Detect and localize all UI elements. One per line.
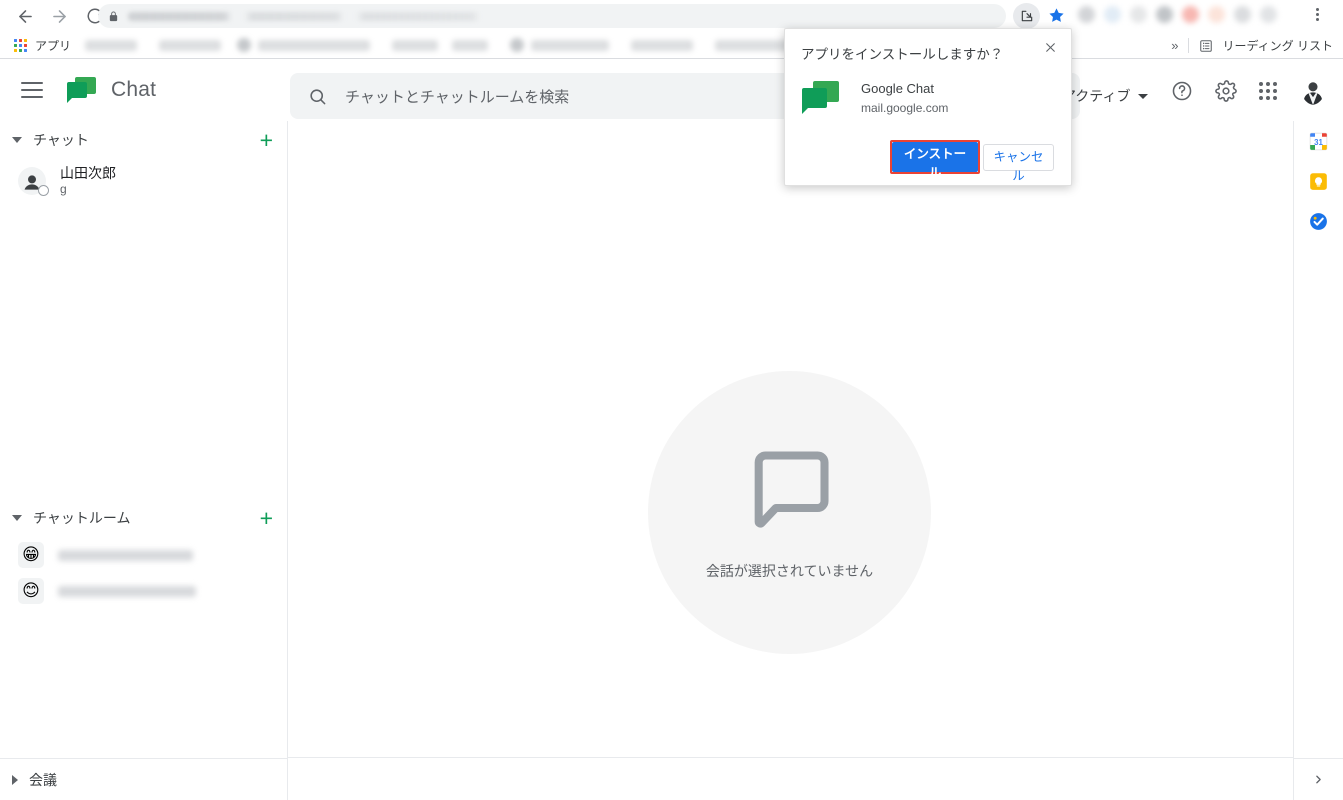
extension-icons[interactable] — [1078, 6, 1277, 23]
apps-grid-icon[interactable] — [1259, 82, 1277, 100]
contact-name: 山田次郎 — [60, 165, 116, 182]
add-room-button[interactable]: + — [260, 506, 273, 530]
bookmarks-bar: アプリ » リーディング リスト — [0, 32, 1343, 59]
expand-panel-button[interactable] — [1293, 758, 1343, 800]
empty-state: 会話が選択されていません — [648, 371, 931, 654]
sidebar-section-chat-label: チャット — [33, 132, 89, 148]
extension-icon[interactable] — [1104, 6, 1121, 23]
room-name — [58, 585, 196, 597]
hamburger-menu-icon[interactable] — [21, 82, 43, 98]
status-label: アクティブ — [1062, 88, 1131, 104]
cancel-button[interactable]: キャンセル — [983, 144, 1054, 183]
avatar[interactable] — [1299, 77, 1327, 105]
google-tasks-icon[interactable] — [1308, 210, 1330, 232]
chevron-down-icon[interactable] — [12, 137, 22, 143]
bookmark-item[interactable] — [531, 39, 610, 51]
sidebar-section-meetings[interactable]: 会議 — [0, 758, 287, 800]
lock-icon — [108, 10, 119, 22]
page-title: Chat — [111, 78, 157, 101]
forward-arrow-icon[interactable] — [44, 1, 74, 31]
extension-icon[interactable] — [1234, 6, 1251, 23]
list-item[interactable]: 山田次郎 g — [0, 159, 287, 203]
add-chat-button[interactable]: + — [260, 128, 273, 152]
reading-list-icon[interactable] — [1199, 39, 1213, 53]
bookmark-item[interactable] — [159, 39, 222, 51]
sidebar-section-meetings-label: 会議 — [29, 771, 57, 788]
install-button[interactable]: インストール — [892, 142, 978, 180]
google-keep-icon[interactable] — [1308, 170, 1330, 192]
bookmark-star-icon[interactable] — [1048, 7, 1065, 24]
room-emoji-icon: 😊 — [18, 578, 44, 604]
chevron-down-icon — [1138, 93, 1149, 99]
status-indicator — [38, 185, 49, 196]
main-content: 会話が選択されていません — [289, 121, 1293, 800]
google-chat-logo — [67, 77, 97, 103]
room-emoji-icon: 😁 — [18, 542, 44, 568]
app-header: Chat チャットとチャットルームを検索 アクティブ — [0, 59, 1343, 121]
list-item[interactable]: 😁 — [0, 537, 287, 573]
bookmark-favicon — [510, 38, 525, 52]
bookmarks-bar-right: » リーディング リスト — [1171, 32, 1333, 59]
extension-icon[interactable] — [1208, 6, 1225, 23]
svg-text:31: 31 — [1314, 138, 1323, 147]
google-chat-app: Chat チャットとチャットルームを検索 アクティブ チャット + 山田次郎 g… — [0, 59, 1343, 800]
extension-icon[interactable] — [1182, 6, 1199, 23]
bookmarks-overflow-icon[interactable]: » — [1171, 38, 1178, 53]
list-item-texts: 山田次郎 g — [60, 165, 116, 197]
install-app-icon[interactable] — [1013, 3, 1040, 29]
apps-grid-icon[interactable] — [14, 38, 27, 52]
empty-state-text: 会話が選択されていません — [705, 563, 874, 579]
divider — [288, 757, 1293, 758]
back-arrow-icon[interactable] — [10, 1, 40, 31]
chevron-right-icon — [1315, 775, 1321, 784]
google-calendar-icon[interactable]: 31 — [1308, 130, 1330, 152]
contact-subtitle: g — [60, 182, 67, 197]
sidebar-section-rooms-label: チャットルーム — [33, 510, 131, 526]
header-icons — [1171, 77, 1327, 105]
extension-icon[interactable] — [1130, 6, 1147, 23]
dialog-title: アプリをインストールしますか？ — [801, 47, 1004, 62]
person-avatar — [18, 167, 49, 196]
divider — [1187, 38, 1189, 53]
browser-chrome: アプリ » リーディング リスト — [0, 0, 1343, 59]
search-icon — [308, 87, 327, 106]
chat-bubble-outline-icon — [744, 444, 836, 541]
dialog-app-url: mail.google.com — [861, 101, 949, 115]
extension-icon[interactable] — [1260, 6, 1277, 23]
sidebar: チャット + 山田次郎 g チャットルーム + 😁 😊 会議 — [0, 121, 288, 800]
room-name — [58, 549, 193, 561]
sidebar-rooms-block: チャットルーム + 😁 😊 — [0, 499, 287, 609]
gear-icon[interactable] — [1215, 80, 1237, 102]
bookmark-item[interactable] — [452, 39, 489, 51]
chrome-menu-icon[interactable] — [1316, 8, 1319, 21]
bookmark-item[interactable] — [392, 39, 439, 51]
help-circle-icon[interactable] — [1171, 80, 1193, 102]
bookmark-apps-label[interactable]: アプリ — [35, 37, 71, 54]
chevron-right-icon[interactable] — [12, 774, 18, 785]
side-panel: 31 — [1293, 121, 1343, 800]
bookmark-favicon — [237, 38, 252, 52]
extension-icon[interactable] — [1156, 6, 1173, 23]
address-bar[interactable] — [98, 4, 1006, 28]
search-placeholder: チャットとチャットルームを検索 — [345, 88, 570, 106]
chevron-down-icon[interactable] — [12, 515, 22, 521]
reading-list-label[interactable]: リーディング リスト — [1223, 37, 1334, 54]
sidebar-section-chat[interactable]: チャット + — [0, 121, 287, 159]
extension-icon[interactable] — [1078, 6, 1095, 23]
close-icon[interactable] — [1040, 37, 1061, 58]
list-item[interactable]: 😊 — [0, 573, 287, 609]
bookmark-item[interactable] — [258, 39, 371, 51]
sidebar-section-rooms[interactable]: チャットルーム + — [0, 499, 287, 537]
bookmark-item[interactable] — [85, 39, 138, 51]
install-button-highlight: インストール — [890, 140, 980, 180]
dialog-app-name: Google Chat — [861, 81, 934, 96]
google-chat-logo — [802, 81, 840, 115]
address-bar-url — [128, 11, 528, 21]
bookmark-item[interactable] — [631, 39, 694, 51]
